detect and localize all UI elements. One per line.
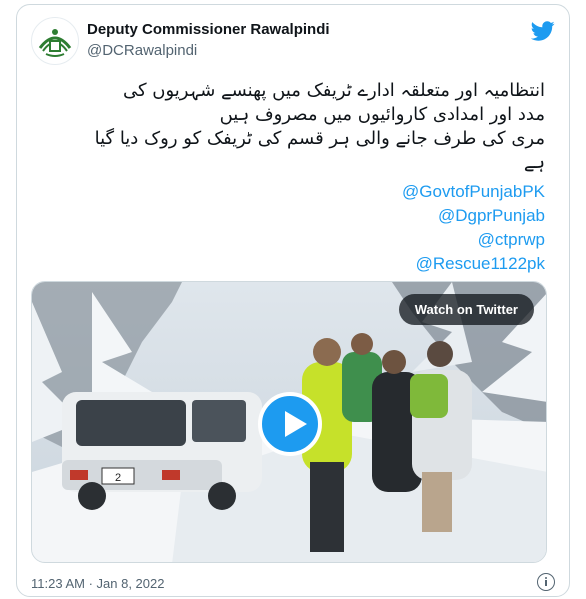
info-icon[interactable] bbox=[537, 573, 555, 591]
mention-link-ctprwp[interactable]: @ctprwp bbox=[402, 228, 545, 252]
twitter-bird-icon[interactable] bbox=[531, 19, 555, 43]
author-handle[interactable]: @DCRawalpindi bbox=[87, 42, 197, 59]
license-plate: 2 bbox=[115, 472, 121, 484]
tweet-text-line: مری کی طرف جانے والی ہر قسم کی ٹریفک کو … bbox=[94, 128, 545, 149]
punjab-logo-icon bbox=[33, 19, 77, 63]
mention-list: @GovtofPunjabPK @DgprPunjab @ctprwp @Res… bbox=[402, 180, 545, 276]
tweet-text-line: مدد اور امدادی کاروائیوں میں مصروف ہیں bbox=[219, 104, 545, 125]
tweet-text-line: انتظامیہ اور متعلقہ ادارے ٹریفک میں پھنس… bbox=[122, 80, 545, 101]
tweet-text: انتظامیہ اور متعلقہ ادارے ٹریفک میں پھنس… bbox=[45, 79, 545, 175]
mention-link-dgprpunjab[interactable]: @DgprPunjab bbox=[402, 204, 545, 228]
watch-on-twitter-button[interactable]: Watch on Twitter bbox=[398, 294, 534, 325]
tweet-timestamp[interactable]: 11:23 AM · Jan 8, 2022 bbox=[31, 576, 164, 591]
author-avatar[interactable] bbox=[31, 17, 79, 65]
tweet-card[interactable]: Deputy Commissioner Rawalpindi @DCRawalp… bbox=[16, 4, 570, 597]
play-icon[interactable] bbox=[258, 392, 322, 456]
mention-link-rescue1122pk[interactable]: @Rescue1122pk bbox=[402, 252, 545, 276]
author-name[interactable]: Deputy Commissioner Rawalpindi bbox=[87, 21, 330, 38]
video-media[interactable]: 2 Watch on Twitter bbox=[31, 281, 547, 563]
mention-link-govtofpunjabpk[interactable]: @GovtofPunjabPK bbox=[402, 180, 545, 204]
tweet-text-line: ہے bbox=[523, 152, 545, 173]
